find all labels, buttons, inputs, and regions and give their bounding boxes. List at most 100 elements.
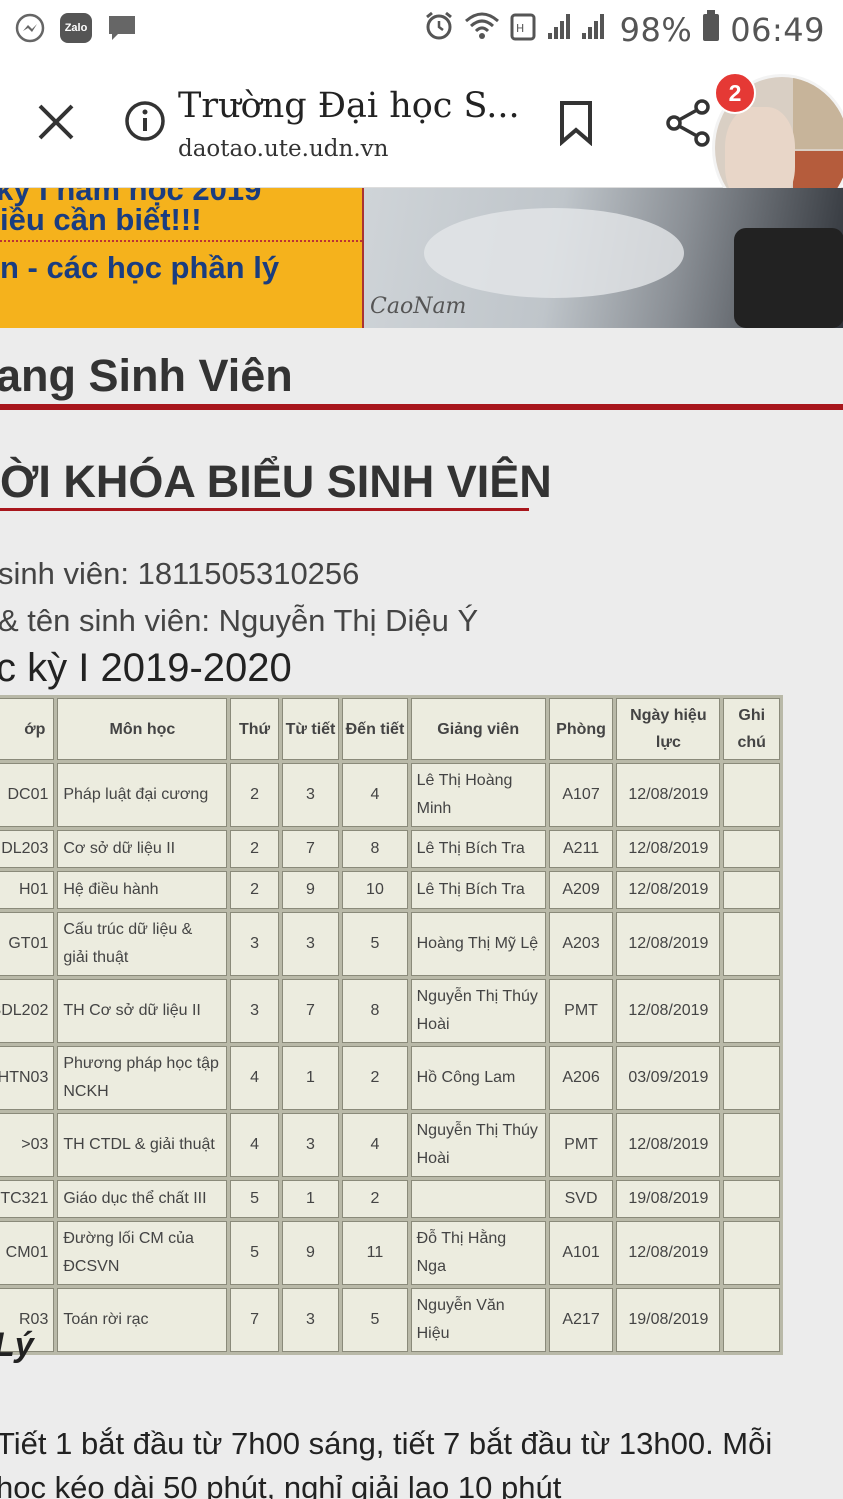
cell-tu-tiet: 3 — [281, 912, 340, 976]
cell-mon-hoc: Cơ sở dữ liệu II — [57, 830, 228, 868]
cell-thu: 5 — [230, 1180, 279, 1218]
header-ghi-chu: Ghi chú — [723, 698, 780, 760]
cell-ghi-chu — [723, 1180, 780, 1218]
status-bar: Zalo H 98% 06:49 — [0, 0, 843, 60]
cell-tu-tiet: 3 — [281, 1113, 340, 1177]
cell-ghi-chu — [723, 1288, 780, 1352]
cell-giang-vien: Lê Thị Bích Tra — [410, 830, 546, 868]
cell-den-tiet: 5 — [342, 1288, 408, 1352]
cell-giang-vien: Nguyễn Thị Thúy Hoài — [410, 979, 546, 1043]
section-title: ang Sinh Viên — [0, 350, 293, 401]
info-icon[interactable] — [124, 100, 166, 142]
cell-mon-hoc: TH Cơ sở dữ liệu II — [57, 979, 228, 1043]
cell-phong: A211 — [548, 830, 614, 868]
message-icon — [106, 12, 138, 44]
cell-phong: PMT — [548, 979, 614, 1043]
notes-line-2: học kéo dài 50 phút, nghỉ giải lao 10 ph… — [0, 1470, 562, 1499]
cell-thu: 5 — [230, 1221, 279, 1285]
banner-line-3: n - các học phần lý — [0, 250, 280, 285]
cell-mon-hoc: Cấu trúc dữ liệu & giải thuật — [57, 912, 228, 976]
table-row: DC01 Pháp luật đại cương 2 3 4 Lê Thị Ho… — [0, 763, 780, 827]
cell-mon-hoc: TH CTDL & giải thuật — [57, 1113, 228, 1177]
cell-ngay: 12/08/2019 — [616, 830, 721, 868]
cell-ngay: 12/08/2019 — [616, 1221, 721, 1285]
cell-phong: A101 — [548, 1221, 614, 1285]
cell-ngay: 12/08/2019 — [616, 979, 721, 1043]
cell-den-tiet: 4 — [342, 763, 408, 827]
share-icon[interactable] — [664, 98, 712, 148]
cell-giang-vien: Đỗ Thị Hằng Nga — [410, 1221, 546, 1285]
cell-thu: 3 — [230, 979, 279, 1043]
cell-ghi-chu — [723, 830, 780, 868]
cell-den-tiet: 4 — [342, 1113, 408, 1177]
cell-lop: TC321 — [0, 1180, 55, 1218]
cell-den-tiet: 8 — [342, 830, 408, 868]
cell-phong: A206 — [548, 1046, 614, 1110]
cell-giang-vien: Hoàng Thị Mỹ Lệ — [410, 912, 546, 976]
cell-tu-tiet: 3 — [281, 1288, 340, 1352]
cell-thu: 2 — [230, 830, 279, 868]
cell-ngay: 12/08/2019 — [616, 871, 721, 909]
bookmark-icon[interactable] — [556, 100, 596, 147]
cell-den-tiet: 10 — [342, 871, 408, 909]
battery-icon — [702, 10, 720, 50]
close-icon[interactable] — [36, 102, 76, 142]
banner-divider — [0, 240, 362, 242]
cell-giang-vien: Lê Thị Bích Tra — [410, 871, 546, 909]
cell-mon-hoc: Giáo dục thể chất III — [57, 1180, 228, 1218]
cell-giang-vien: Lê Thị Hoàng Minh — [410, 763, 546, 827]
cell-ghi-chu — [723, 1046, 780, 1110]
cell-giang-vien: Hồ Công Lam — [410, 1046, 546, 1110]
cell-den-tiet: 2 — [342, 1046, 408, 1110]
header-mon-hoc: Môn học — [57, 698, 228, 760]
banner-photo: CaoNam — [362, 188, 843, 328]
page-title: Trường Đại học S... — [178, 86, 520, 126]
notification-badge: 2 — [714, 72, 756, 114]
header-phong: Phòng — [548, 698, 614, 760]
cell-phong: SVD — [548, 1180, 614, 1218]
table-row: DL203 Cơ sở dữ liệu II 2 7 8 Lê Thị Bích… — [0, 830, 780, 868]
cell-mon-hoc: Pháp luật đại cương — [57, 763, 228, 827]
cell-giang-vien: Nguyễn Thị Thúy Hoài — [410, 1113, 546, 1177]
cell-tu-tiet: 1 — [281, 1180, 340, 1218]
cell-lop: H01 — [0, 871, 55, 909]
cell-lop: GT01 — [0, 912, 55, 976]
cell-giang-vien: Nguyễn Văn Hiệu — [410, 1288, 546, 1352]
cell-phong: PMT — [548, 1113, 614, 1177]
cell-tu-tiet: 9 — [281, 871, 340, 909]
cell-thu: 3 — [230, 912, 279, 976]
table-row: TC321 Giáo dục thể chất III 5 1 2 SVD 19… — [0, 1180, 780, 1218]
cell-ngay: 19/08/2019 — [616, 1180, 721, 1218]
notes-line-1: Tiết 1 bắt đầu từ 7h00 sáng, tiết 7 bắt … — [0, 1426, 773, 1461]
wifi-icon — [464, 11, 500, 49]
cell-mon-hoc: Phương pháp học tập NCKH — [57, 1046, 228, 1110]
header-thu: Thứ — [230, 698, 279, 760]
table-header-row: ớp Môn học Thứ Từ tiết Đến tiết Giảng vi… — [0, 698, 780, 760]
cell-lop: HTN03 — [0, 1046, 55, 1110]
cell-ngay: 12/08/2019 — [616, 1113, 721, 1177]
table-row: >03 TH CTDL & giải thuật 4 3 4 Nguyễn Th… — [0, 1113, 780, 1177]
clock: 06:49 — [730, 11, 825, 49]
cell-lop: SDL202 — [0, 979, 55, 1043]
cell-tu-tiet: 3 — [281, 763, 340, 827]
table-row: H01 Hệ điều hành 2 9 10 Lê Thị Bích Tra … — [0, 871, 780, 909]
student-name: & tên sinh viên: Nguyễn Thị Diệu Ý — [0, 603, 479, 638]
cell-ghi-chu — [723, 1113, 780, 1177]
cell-phong: A217 — [548, 1288, 614, 1352]
header-den-tiet: Đến tiết — [342, 698, 408, 760]
cell-ghi-chu — [723, 871, 780, 909]
header-giang-vien: Giảng viên — [410, 698, 546, 760]
cell-thu: 2 — [230, 763, 279, 827]
student-id: sinh viên: 1811505310256 — [0, 556, 360, 591]
header-ngay-hieu-luc: Ngày hiệu lực — [616, 698, 721, 760]
cell-mon-hoc: Hệ điều hành — [57, 871, 228, 909]
cell-ngay: 03/09/2019 — [616, 1046, 721, 1110]
page-url: daotao.ute.udn.vn — [178, 136, 389, 162]
cell-thu: 7 — [230, 1288, 279, 1352]
cell-thu: 4 — [230, 1046, 279, 1110]
messenger-icon — [14, 12, 46, 44]
banner-announcement[interactable]: ky I năm học 2019 iều cần biết!!! n - cá… — [0, 188, 362, 328]
table-row: R03 Toán rời rạc 7 3 5 Nguyễn Văn Hiệu A… — [0, 1288, 780, 1352]
cell-lop: DC01 — [0, 763, 55, 827]
hd-icon: H — [510, 11, 536, 49]
